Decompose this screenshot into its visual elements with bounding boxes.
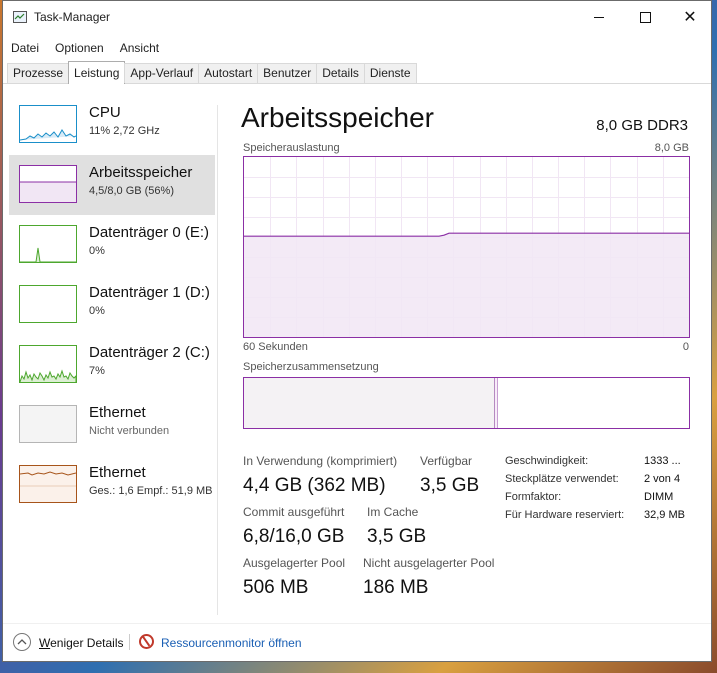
time-right-label: 0 — [682, 341, 689, 353]
available-label: Verfügbar — [420, 454, 473, 468]
tab-leistung[interactable]: Leistung — [68, 61, 126, 84]
commit-value: 6,8/16,0 GB — [243, 526, 345, 547]
graph-label: Speicherauslastung — [243, 142, 340, 154]
memory-composition-bar — [243, 377, 690, 429]
sidebar-item-cpu[interactable]: CPU 11% 2,72 GHz — [9, 95, 215, 155]
disk0-sparkline — [19, 225, 77, 263]
sidebar-item-ethernet-2[interactable]: Ethernet Ges.: 1,6 Empf.: 51,9 MB — [9, 455, 215, 515]
sidebar-item-subtitle: 7% — [89, 365, 105, 377]
close-button[interactable]: ✕ — [667, 1, 713, 33]
chevron-up-icon[interactable] — [13, 633, 31, 651]
cpu-sparkline — [19, 105, 77, 143]
title-bar: Task-Manager ✕ — [3, 1, 711, 33]
form-factor-value: DIMM — [644, 491, 674, 503]
memory-spec: 8,0 GB DDR3 — [596, 117, 688, 134]
resource-sidebar: CPU 11% 2,72 GHz Arbeitsspeicher 4,5/8,0… — [9, 95, 215, 515]
menu-optionen[interactable]: Optionen — [47, 39, 112, 57]
hardware-reserved-label: Für Hardware reserviert: — [505, 509, 625, 521]
footer-separator — [129, 634, 130, 650]
resource-monitor-icon[interactable] — [139, 634, 154, 649]
fewer-details-label: eniger Details — [50, 636, 124, 650]
close-icon: ✕ — [683, 9, 697, 26]
nonpaged-pool-label: Nicht ausgelagerter Pool — [363, 556, 495, 570]
maximize-button[interactable] — [622, 1, 668, 33]
sidebar-item-datentraeger-2[interactable]: Datenträger 2 (C:) 7% — [9, 335, 215, 395]
sidebar-item-arbeitsspeicher[interactable]: Arbeitsspeicher 4,5/8,0 GB (56%) — [9, 155, 215, 215]
sidebar-item-ethernet-1[interactable]: Ethernet Nicht verbunden — [9, 395, 215, 455]
form-factor-label: Formfaktor: — [505, 491, 562, 503]
sidebar-item-title: Datenträger 2 (C:) — [89, 344, 210, 361]
composition-modified — [495, 378, 498, 428]
tab-strip: Prozesse Leistung App-Verlauf Autostart … — [7, 61, 417, 84]
graph-max-label: 8,0 GB — [654, 142, 689, 154]
sidebar-item-datentraeger-1[interactable]: Datenträger 1 (D:) 0% — [9, 275, 215, 335]
speed-label: Geschwindigkeit: — [505, 455, 589, 467]
fewer-details-button[interactable]: Weniger Details — [39, 636, 123, 650]
sidebar-item-title: Ethernet — [89, 404, 146, 421]
hardware-reserved-value: 32,9 MB — [644, 509, 685, 521]
fewer-details-accel: W — [39, 636, 51, 650]
sidebar-item-subtitle: 11% 2,72 GHz — [89, 125, 160, 137]
sidebar-item-title: Arbeitsspeicher — [89, 164, 193, 181]
speed-value: 1333 ... — [644, 455, 681, 467]
memory-usage-graph — [243, 156, 690, 338]
sidebar-item-subtitle: Ges.: 1,6 Empf.: 51,9 MB — [89, 485, 213, 497]
tab-prozesse[interactable]: Prozesse — [7, 63, 70, 83]
sidebar-item-datentraeger-0[interactable]: Datenträger 0 (E:) 0% — [9, 215, 215, 275]
disk1-sparkline — [19, 285, 77, 323]
composition-label: Speicherzusammensetzung — [243, 361, 379, 373]
tab-dienste[interactable]: Dienste — [363, 63, 417, 83]
task-manager-window: Task-Manager ✕ Datei Optionen Ansicht Pr… — [2, 0, 712, 662]
task-manager-icon — [13, 11, 27, 23]
time-left-label: 60 Sekunden — [243, 341, 308, 353]
minimize-button[interactable] — [576, 1, 622, 33]
memory-sparkline — [19, 165, 77, 203]
sidebar-item-subtitle: 0% — [89, 305, 105, 317]
cache-label: Im Cache — [367, 505, 419, 519]
slots-label: Steckplätze verwendet: — [505, 473, 619, 485]
menu-datei[interactable]: Datei — [3, 39, 47, 57]
disk2-sparkline — [19, 345, 77, 383]
window-title: Task-Manager — [34, 10, 111, 24]
sidebar-item-title: CPU — [89, 104, 121, 121]
cache-value: 3,5 GB — [367, 526, 427, 547]
minimize-icon — [594, 16, 604, 18]
page-title: Arbeitsspeicher — [241, 102, 434, 133]
in-use-label: In Verwendung (komprimiert) — [243, 454, 398, 468]
menu-bar: Datei Optionen Ansicht — [3, 39, 167, 57]
sidebar-item-subtitle: Nicht verbunden — [89, 425, 170, 437]
footer-divider — [3, 623, 711, 624]
sidebar-item-title: Ethernet — [89, 464, 146, 481]
sidebar-item-subtitle: 4,5/8,0 GB (56%) — [89, 185, 174, 197]
sidebar-divider — [217, 105, 218, 615]
slots-value: 2 von 4 — [644, 473, 681, 485]
composition-in-use — [244, 378, 495, 428]
sidebar-item-title: Datenträger 0 (E:) — [89, 224, 210, 241]
tab-benutzer[interactable]: Benutzer — [257, 63, 318, 83]
resource-monitor-link[interactable]: Ressourcenmonitor öffnen — [161, 636, 302, 650]
in-use-value: 4,4 GB (362 MB) — [243, 475, 386, 496]
ethernet2-sparkline — [19, 465, 77, 503]
ethernet1-sparkline — [19, 405, 77, 443]
maximize-icon — [639, 11, 651, 23]
sidebar-item-title: Datenträger 1 (D:) — [89, 284, 210, 301]
paged-pool-label: Ausgelagerter Pool — [243, 556, 346, 570]
paged-pool-value: 506 MB — [243, 577, 309, 598]
tab-autostart[interactable]: Autostart — [198, 63, 259, 83]
memory-usage-chart — [244, 157, 689, 337]
sidebar-item-subtitle: 0% — [89, 245, 105, 257]
usage-area — [244, 233, 689, 337]
available-value: 3,5 GB — [420, 475, 480, 496]
nonpaged-pool-value: 186 MB — [363, 577, 429, 598]
commit-label: Commit ausgeführt — [243, 505, 345, 519]
menu-ansicht[interactable]: Ansicht — [112, 39, 167, 57]
tab-details[interactable]: Details — [316, 63, 365, 83]
tab-app-verlauf[interactable]: App-Verlauf — [124, 63, 200, 83]
